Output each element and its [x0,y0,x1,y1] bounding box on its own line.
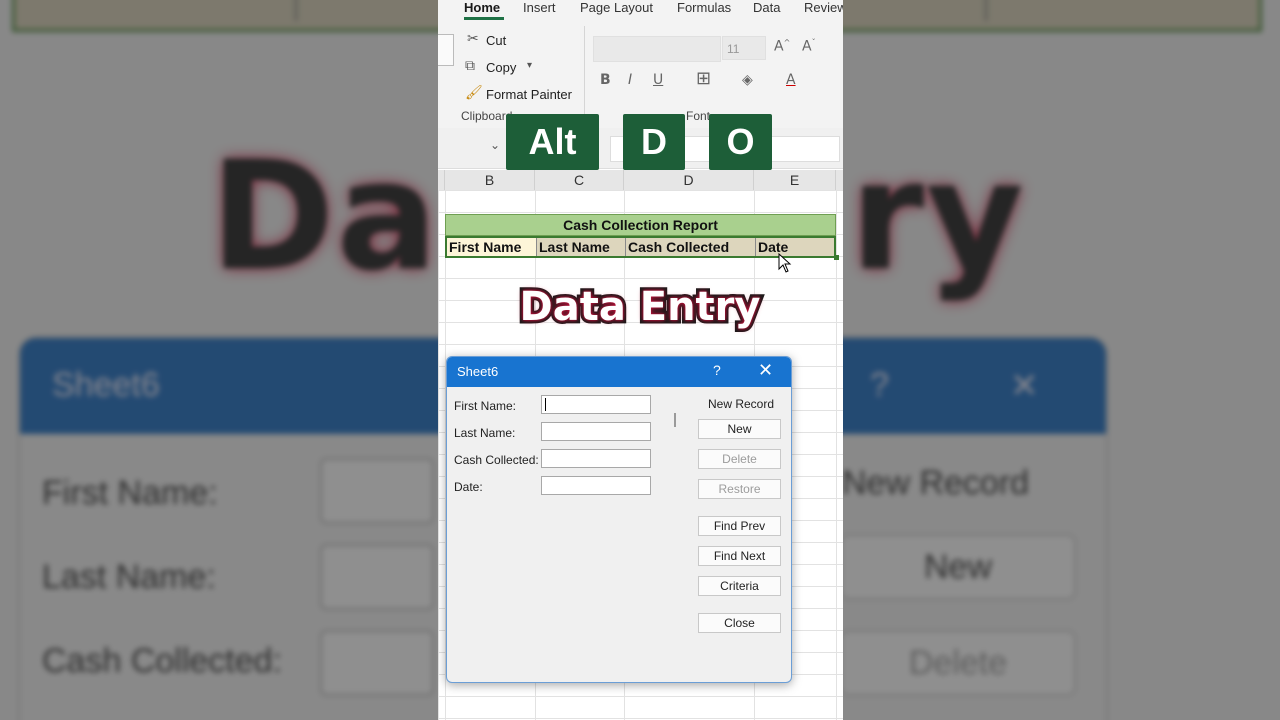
criteria-button[interactable]: Criteria [698,576,781,596]
text-cursor [545,398,546,411]
video-caption: Data Entry [516,281,764,334]
group-separator [584,26,585,122]
gridline [836,190,837,720]
data-form-dialog: Sheet6 ? ✕ First Name: Last Name: Cash C… [446,356,792,683]
tab-formulas[interactable]: Formulas [677,0,731,15]
find-next-button[interactable]: Find Next [698,546,781,566]
paste-icon[interactable] [438,34,454,66]
tab-insert[interactable]: Insert [523,0,556,15]
borders-icon[interactable]: ⊞ [696,68,711,89]
underline-icon[interactable]: U [653,72,663,88]
close-icon[interactable]: ✕ [758,360,773,381]
fill-color-icon[interactable]: ◈ [742,72,753,88]
record-scrollbar[interactable] [674,413,676,427]
last-name-field[interactable] [541,422,651,441]
fill-handle[interactable] [834,255,839,260]
find-prev-button[interactable]: Find Prev [698,516,781,536]
column-header-e[interactable]: E [754,170,836,190]
first-name-label: First Name: [454,399,517,413]
format-painter-button[interactable]: Format Painter [486,87,572,102]
header-cell-first-name[interactable]: First Name [447,238,537,256]
date-field[interactable] [541,476,651,495]
help-button[interactable]: ? [713,362,721,378]
dialog-titlebar[interactable]: Sheet6 ? ✕ [447,357,791,387]
font-group-label: Font [686,109,711,123]
new-button[interactable]: New [698,419,781,439]
tab-review[interactable]: Review [804,0,843,15]
restore-button[interactable]: Restore [698,479,781,499]
tab-page-layout[interactable]: Page Layout [580,0,653,15]
date-label: Date: [454,480,483,494]
italic-icon[interactable]: I [628,72,632,88]
tab-home[interactable]: Home [464,0,500,15]
increase-font-icon[interactable]: A^ [774,38,790,55]
ribbon-tabs: Home Insert Page Layout Formulas Data Re… [438,0,843,20]
key-o: O [709,114,772,170]
ribbon: Home Insert Page Layout Formulas Data Re… [438,0,843,129]
close-button[interactable]: Close [698,613,781,633]
name-box-chevron-icon[interactable]: ⌄ [490,138,500,152]
delete-button[interactable]: Delete [698,449,781,469]
column-header-c[interactable]: C [535,170,624,190]
font-name-select[interactable] [593,36,721,62]
header-cell-date[interactable]: Date [756,238,834,256]
column-header-b[interactable]: B [445,170,535,190]
active-tab-indicator [464,17,504,20]
key-d: D [623,114,685,170]
header-cell-cash-collected[interactable]: Cash Collected [626,238,756,256]
excel-window: Home Insert Page Layout Formulas Data Re… [438,0,843,720]
mouse-pointer-icon [778,253,792,273]
font-color-icon[interactable]: A [786,72,796,88]
dialog-title: Sheet6 [457,364,499,379]
report-title-cell[interactable]: Cash Collection Report [445,214,836,236]
column-headers: B C D E [438,170,843,191]
first-name-field[interactable] [541,395,651,414]
copy-icon: ⧉ [465,58,475,74]
bold-icon[interactable]: B [600,72,611,88]
key-alt: Alt [506,114,599,170]
tab-data[interactable]: Data [753,0,780,15]
last-name-label: Last Name: [454,426,516,440]
clipboard-group-label: Clipboard [461,109,513,123]
cut-button[interactable]: Cut [486,33,506,48]
header-cell-last-name[interactable]: Last Name [537,238,626,256]
column-header-a[interactable] [438,170,445,190]
cash-collected-field[interactable] [541,449,651,468]
format-painter-icon: 🖌 [465,85,483,101]
cut-icon: ✂ [467,31,479,47]
record-status: New Record [708,397,775,411]
copy-button[interactable]: Copy [486,60,516,75]
decrease-font-icon[interactable]: Aˇ [802,38,816,55]
cash-collected-label: Cash Collected: [454,453,539,467]
chevron-down-icon[interactable]: ▾ [527,60,532,71]
column-header-d[interactable]: D [624,170,754,190]
font-size-select[interactable]: 11 [722,36,766,60]
